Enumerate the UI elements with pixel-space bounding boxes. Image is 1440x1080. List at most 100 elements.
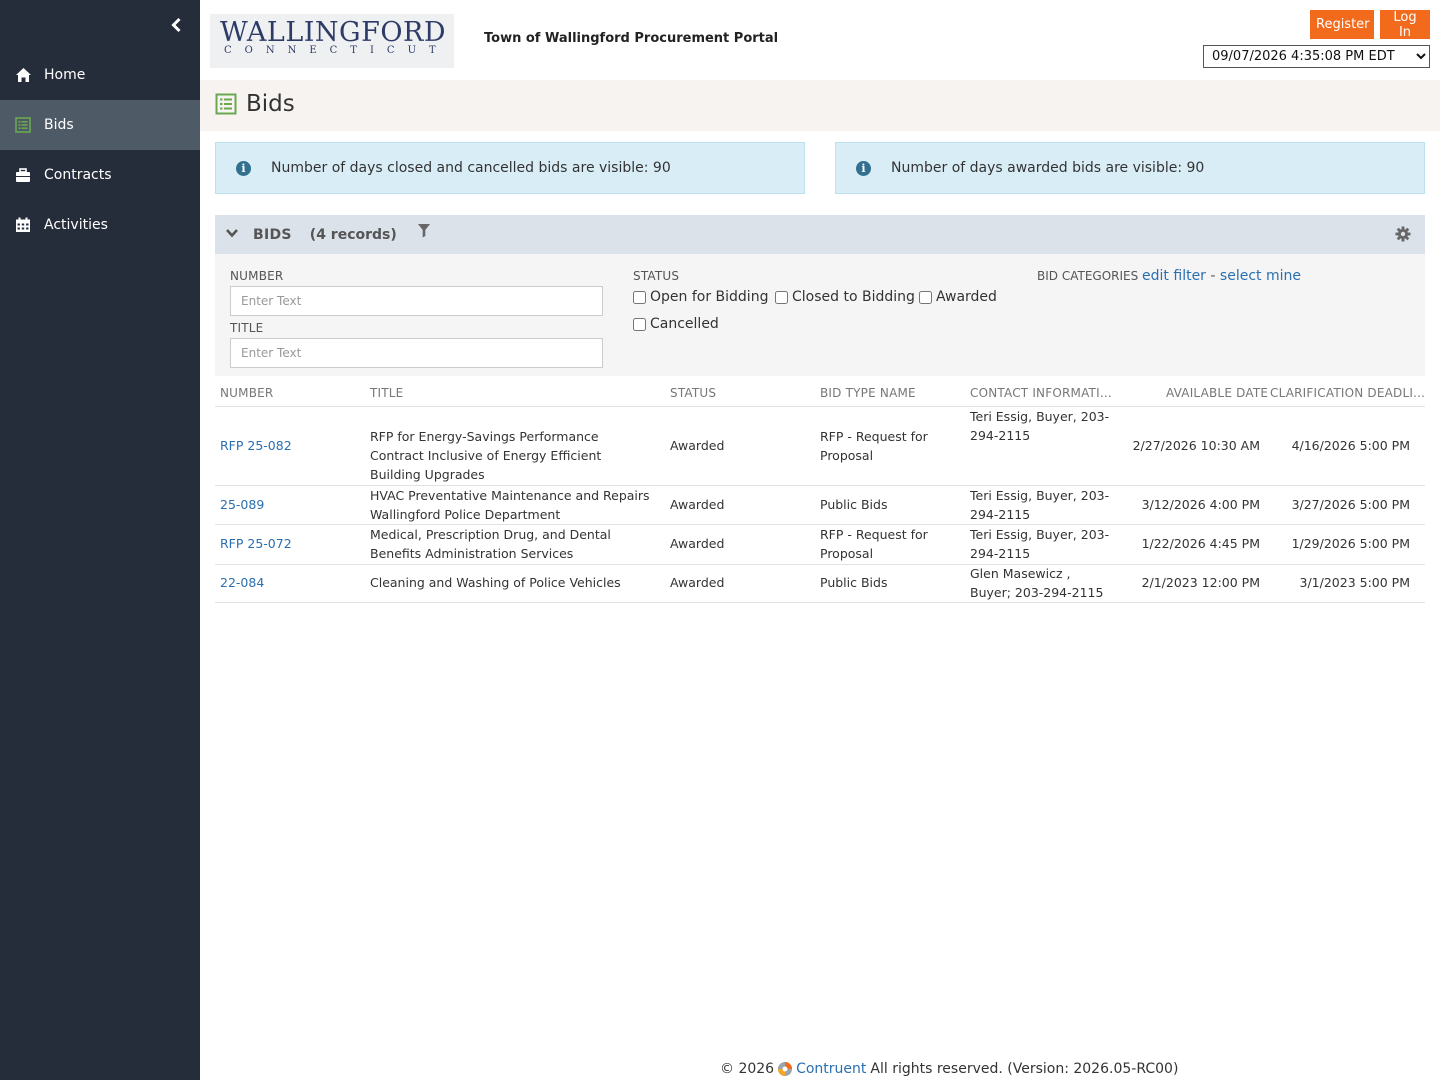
checkbox-label: Awarded [936,289,997,305]
bid-available-date: 2/1/2023 12:00 PM [1141,575,1260,590]
bid-status: Awarded [670,497,725,512]
list-icon [14,116,32,134]
link-separator: - [1205,268,1220,284]
bids-table: NUMBER TITLE STATUS BID TYPE NAME CONTAC… [215,377,1425,603]
sidebar-item-bids[interactable]: Bids [0,100,200,150]
column-header-title[interactable]: TITLE [370,386,403,400]
bid-title: Medical, Prescription Drug, and Dental B… [370,527,611,561]
bid-status: Awarded [670,536,725,551]
bid-available-date: 2/27/2026 10:30 AM [1132,438,1260,453]
bid-status: Awarded [670,575,725,590]
rights-text: All rights reserved. (Version: 2026.05-R… [870,1061,1179,1077]
column-header-status[interactable]: STATUS [670,386,716,400]
login-button[interactable]: Log In [1380,10,1430,40]
sidebar: Home Bids Contracts Activities [0,0,200,1080]
bid-type: Public Bids [820,575,888,590]
portal-title: Town of Wallingford Procurement Portal [484,31,779,46]
page-title: Bids [246,91,295,117]
bid-clarification-deadline: 1/29/2026 5:00 PM [1291,536,1410,551]
bids-filter-area: NUMBER TITLE STATUS Open for Bidding Clo… [215,254,1425,376]
collapse-sidebar-button[interactable] [168,16,186,34]
bid-clarification-deadline: 3/27/2026 5:00 PM [1291,497,1410,512]
awarded-info-alert: i Number of days awarded bids are visibl… [835,142,1425,194]
bid-contact: Teri Essig, Buyer, 203-294-2115 [970,527,1110,561]
page-title-band: Bids [200,80,1440,131]
bid-title: RFP for Energy-Savings Performance Contr… [370,429,602,482]
sidebar-nav: Home Bids Contracts Activities [0,50,200,250]
sidebar-item-label: Home [44,67,86,83]
bid-title: HVAC Preventative Maintenance and Repair… [370,488,650,522]
sidebar-item-label: Activities [44,217,108,233]
wallingford-logo[interactable]: WALLINGFORD CONNECTICUT [210,14,454,68]
gear-icon[interactable] [1395,226,1411,246]
bid-number-link[interactable]: RFP 25-072 [220,534,292,553]
title-filter-input[interactable] [230,338,603,368]
list-icon [215,93,237,119]
bid-available-date: 1/22/2026 4:45 PM [1141,536,1260,551]
status-awarded-checkbox[interactable]: Awarded [919,289,997,305]
table-row[interactable]: 22-084 Cleaning and Washing of Police Ve… [215,565,1425,603]
top-header: WALLINGFORD CONNECTICUT Town of Wallingf… [200,0,1440,80]
chevron-down-icon[interactable] [225,227,239,243]
sidebar-item-activities[interactable]: Activities [0,200,200,250]
table-header-row: NUMBER TITLE STATUS BID TYPE NAME CONTAC… [215,377,1425,407]
sidebar-item-label: Contracts [44,167,112,183]
bid-contact: Glen Masewicz , Buyer; 203-294-2115 [970,566,1104,600]
bid-categories-filter: BID CATEGORIES edit filter - select mine [1037,268,1301,284]
column-header-available-date[interactable]: AVAILABLE DATE [1166,386,1268,400]
column-header-number[interactable]: NUMBER [220,386,273,400]
awarded-checkbox[interactable] [919,290,932,304]
filter-icon[interactable] [417,223,431,242]
closed-to-bidding-checkbox[interactable] [775,290,788,304]
sidebar-item-home[interactable]: Home [0,50,200,100]
info-icon: i [856,160,871,176]
page-footer: © 2026 Contruent All rights reserved. (V… [720,1061,1178,1077]
checkbox-label: Closed to Bidding [792,289,915,305]
bid-number-link[interactable]: 25-089 [220,495,264,514]
status-open-checkbox[interactable]: Open for Bidding [633,289,768,305]
bid-contact: Teri Essig, Buyer, 203-294-2115 [970,409,1110,443]
table-row[interactable]: RFP 25-082 RFP for Energy-Savings Perfor… [215,407,1425,486]
edit-filter-link[interactable]: edit filter [1142,268,1206,284]
status-closed-checkbox[interactable]: Closed to Bidding [775,289,915,305]
info-icon: i [236,160,251,176]
bid-type: RFP - Request for Proposal [820,429,928,463]
checkbox-label: Open for Bidding [650,289,769,305]
closed-cancelled-info-alert: i Number of days closed and cancelled bi… [215,142,805,194]
sidebar-item-contracts[interactable]: Contracts [0,150,200,200]
table-row[interactable]: RFP 25-072 Medical, Prescription Drug, a… [215,525,1425,565]
bid-contact: Teri Essig, Buyer, 203-294-2115 [970,488,1110,522]
number-filter-input[interactable] [230,286,603,316]
checkbox-label: Cancelled [650,316,719,332]
panel-label: BIDS [253,226,292,243]
bid-available-date: 3/12/2026 4:00 PM [1141,497,1260,512]
bid-clarification-deadline: 3/1/2023 5:00 PM [1299,575,1410,590]
bid-number-link[interactable]: RFP 25-082 [220,436,292,455]
open-for-bidding-checkbox[interactable] [633,290,646,304]
timezone-datetime-select[interactable]: 09/07/2026 4:35:08 PM EDT [1203,45,1430,68]
info-text: Number of days closed and cancelled bids… [271,160,671,176]
records-count: (4 records) [309,226,397,243]
bid-title: Cleaning and Washing of Police Vehicles [370,575,621,590]
sidebar-item-label: Bids [44,117,74,133]
bid-type: RFP - Request for Proposal [820,527,928,561]
logo-main-text: WALLINGFORD [220,17,446,48]
logo-sub-text: CONNECTICUT [224,45,449,56]
bid-status: Awarded [670,438,725,453]
bids-panel-header[interactable]: BIDS (4 records) [215,215,1425,254]
select-mine-link[interactable]: select mine [1220,268,1301,284]
status-cancelled-checkbox[interactable]: Cancelled [633,316,719,332]
bid-categories-label: BID CATEGORIES [1037,269,1139,283]
bid-number-link[interactable]: 22-084 [220,573,264,592]
calendar-icon [14,216,32,234]
register-button[interactable]: Register [1310,10,1374,39]
copyright-text: © 2026 [720,1061,775,1077]
contruent-logo-icon [777,1061,793,1077]
cancelled-checkbox[interactable] [633,317,646,331]
table-row[interactable]: 25-089 HVAC Preventative Maintenance and… [215,486,1425,525]
bid-type: Public Bids [820,497,888,512]
column-header-clarification-deadline[interactable]: CLARIFICATION DEADLI... [1270,386,1425,400]
contruent-link[interactable]: Contruent [796,1061,866,1077]
column-header-bid-type[interactable]: BID TYPE NAME [820,386,916,400]
column-header-contact[interactable]: CONTACT INFORMATI... [970,386,1112,400]
